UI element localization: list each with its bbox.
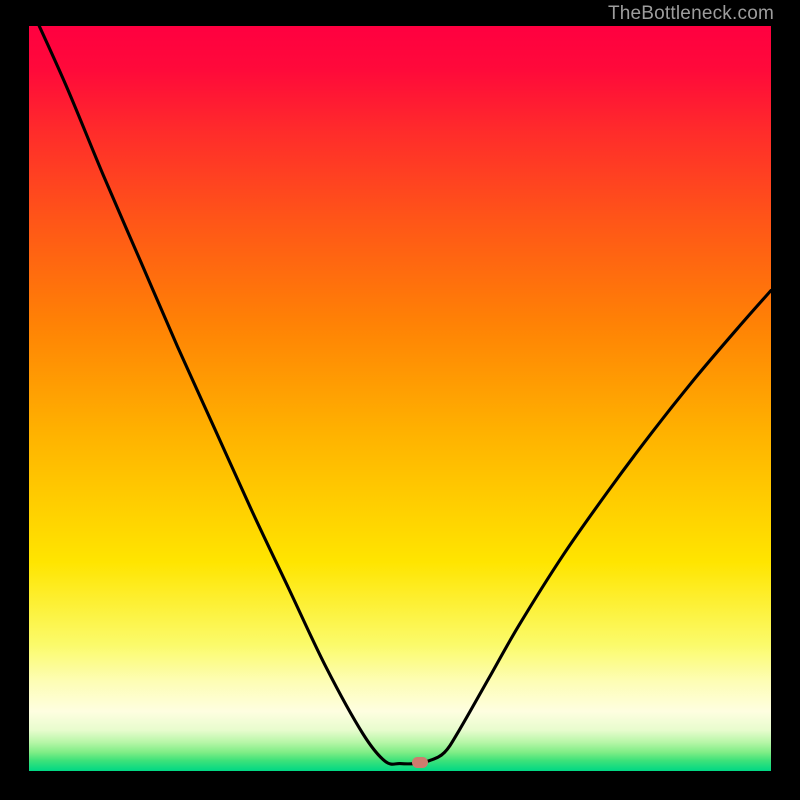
chart-frame: TheBottleneck.com: [0, 0, 800, 800]
optimal-point-marker: [412, 757, 428, 768]
gradient-background: [29, 26, 771, 771]
watermark-text: TheBottleneck.com: [608, 4, 774, 23]
